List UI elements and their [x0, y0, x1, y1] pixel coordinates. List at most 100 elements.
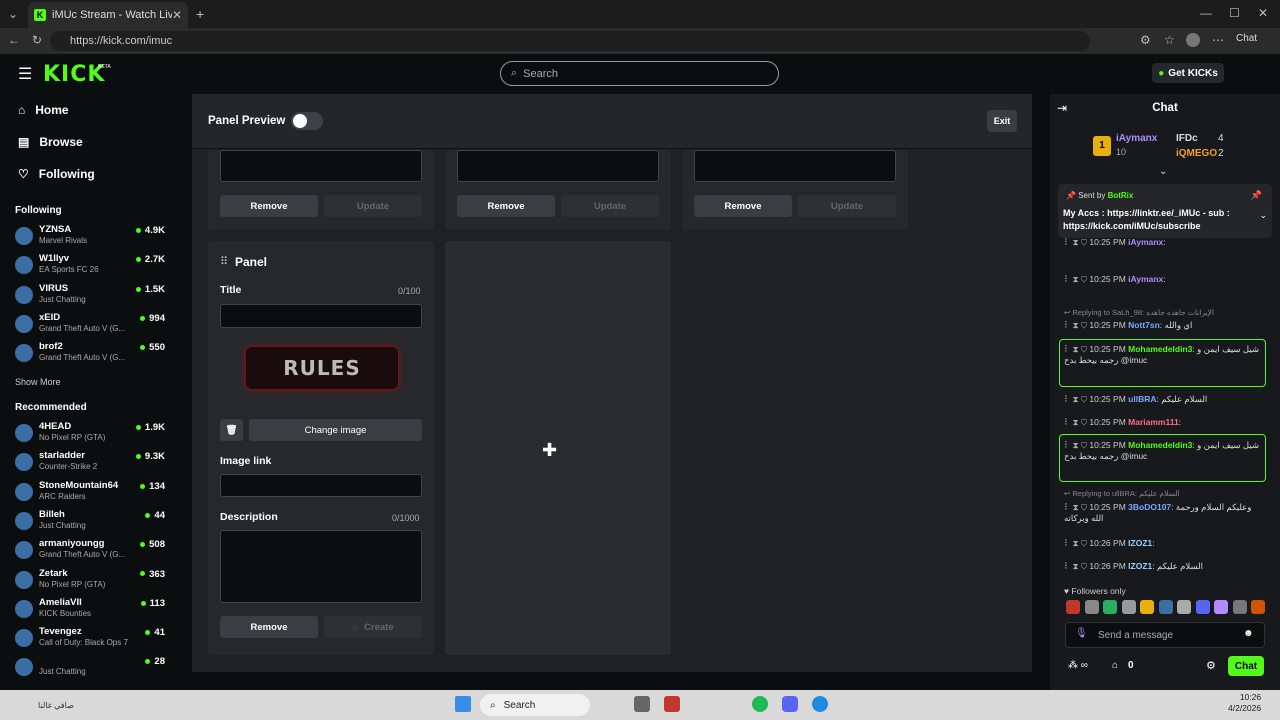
sidebar-channel[interactable]: VIRUS Just Chatting 1.5K	[15, 283, 165, 309]
windows-start-icon[interactable]	[455, 696, 471, 712]
sidebar-channel[interactable]: brof2 Grand Theft Auto V (G... 550	[15, 341, 165, 367]
message-username[interactable]: iAymanx	[1128, 274, 1163, 284]
chat-settings-icon[interactable]: ⚙	[1206, 659, 1216, 672]
extensions-icon[interactable]: ⚙	[1140, 33, 1151, 47]
show-more-link[interactable]: Show More	[15, 377, 61, 387]
follower-emote-icon[interactable]	[1177, 600, 1191, 614]
refresh-icon[interactable]: ↻	[32, 33, 42, 47]
sidebar-channel[interactable]: AmeliaVII KICK Bounties 113	[15, 597, 165, 623]
new-tab-icon[interactable]: +	[196, 6, 204, 22]
chat-actions-icon[interactable]: ⁂ ∞	[1068, 660, 1088, 671]
drag-handle-icon[interactable]: ⠿	[220, 255, 228, 268]
change-image-button[interactable]: Change image	[249, 419, 422, 441]
image-link-input[interactable]	[220, 474, 422, 497]
get-kicks-button[interactable]: ● Get KICKs	[1152, 63, 1224, 83]
title-input[interactable]	[220, 304, 422, 328]
sidebar-channel[interactable]: YZNSA Marvel Rivals 4.9K	[15, 224, 165, 250]
message-username[interactable]: Mariamm111	[1128, 417, 1179, 427]
profile-avatar[interactable]	[1186, 33, 1200, 47]
unpin-icon[interactable]: 📌	[1251, 190, 1262, 201]
message-username[interactable]: 3BoDO107	[1128, 502, 1171, 512]
panel-preview-toggle[interactable]	[291, 112, 323, 130]
message-username[interactable]: IZOZ1	[1128, 538, 1152, 548]
exit-button[interactable]: Exit	[987, 110, 1017, 132]
panel-3-remove-button[interactable]: Remove	[694, 195, 792, 217]
add-panel-card[interactable]	[445, 241, 671, 655]
follower-emote-icon[interactable]	[1084, 600, 1099, 614]
panel-1-description-field[interactable]	[220, 150, 422, 182]
follower-emote-icon[interactable]	[1121, 600, 1136, 614]
follower-emote-icon[interactable]	[1251, 600, 1265, 614]
add-panel-plus-icon[interactable]: ✚	[542, 440, 557, 461]
copilot-chat-button[interactable]: Chat	[1236, 33, 1257, 44]
more-icon[interactable]: ⋯	[1212, 33, 1224, 47]
sidebar-channel[interactable]: xEID Grand Theft Auto V (G... 994	[15, 312, 165, 338]
back-icon[interactable]: ←	[8, 33, 20, 47]
chat-send-button[interactable]: Chat	[1228, 656, 1264, 676]
new-panel-remove-button[interactable]: Remove	[220, 616, 318, 638]
maximize-icon[interactable]: ☐	[1229, 6, 1240, 20]
expand-leaderboard-icon[interactable]: ⌄	[1159, 166, 1167, 177]
sidebar-channel[interactable]: Just Chatting 28	[15, 655, 165, 681]
message-username[interactable]: Nott7sn	[1128, 320, 1160, 330]
description-textarea[interactable]	[220, 530, 422, 603]
follower-emote-icon[interactable]	[1158, 600, 1173, 614]
panel-3-update-button[interactable]: Update	[798, 195, 896, 217]
panel-2-update-button[interactable]: Update	[561, 195, 659, 217]
follower-emote-icon[interactable]	[1140, 600, 1154, 614]
follower-emote-icon[interactable]	[1195, 600, 1210, 614]
delete-image-button[interactable]: 🗑	[220, 419, 243, 441]
menu-icon[interactable]: ☰	[18, 64, 32, 84]
pinned-expand-icon[interactable]: ⌄	[1259, 210, 1267, 221]
sidebar-channel[interactable]: Zetark No Pixel RP (GTA) 363	[15, 568, 165, 594]
follower-emote-icon[interactable]	[1066, 600, 1080, 614]
edge-browser-icon[interactable]	[812, 696, 828, 712]
message-username[interactable]: IZOZ1	[1128, 561, 1152, 571]
tab-close-icon[interactable]: ✕	[172, 8, 182, 22]
panel-2-description-field[interactable]	[457, 150, 659, 182]
leader-2-name[interactable]: IFDc	[1176, 133, 1198, 144]
panel-1-remove-button[interactable]: Remove	[220, 195, 318, 217]
sidebar-channel[interactable]: W1llyv EA Sports FC 26 2.7K	[15, 253, 165, 279]
create-button[interactable]: ◌ Create	[324, 616, 422, 638]
message-username[interactable]: ullBRA	[1128, 394, 1156, 404]
window-close-icon[interactable]: ✕	[1258, 6, 1268, 20]
message-text: : السلام عليكم	[1156, 394, 1208, 404]
nav-home[interactable]: ⌂ Home	[18, 103, 69, 117]
favorites-icon[interactable]: ☆	[1164, 33, 1175, 47]
sidebar-channel[interactable]: StoneMountain64 ARC Raiders 134	[15, 480, 165, 506]
kick-logo[interactable]: KICK	[43, 62, 105, 87]
send-message-input[interactable]: Send a message	[1065, 622, 1265, 648]
browser-tab[interactable]: K iMUc Stream - Watch Live on Kick ✕	[28, 2, 188, 28]
sidebar-channel[interactable]: Billeh Just Chatting 44	[15, 509, 165, 535]
follower-emote-icon[interactable]	[1232, 600, 1247, 614]
sidebar-channel[interactable]: Tevengez Call of Duty: Black Ops 7 41	[15, 626, 165, 652]
sidebar-channel[interactable]: starladder Counter-Strike 2 9.3K	[15, 450, 165, 476]
panel-3-description-field[interactable]	[694, 150, 896, 182]
panel-1-update-button[interactable]: Update	[324, 195, 422, 217]
viewer-count: 28	[145, 656, 165, 667]
search-input[interactable]: ⌕ Search	[500, 61, 779, 86]
discord-icon[interactable]	[782, 696, 798, 712]
follower-emote-icon[interactable]	[1214, 600, 1228, 614]
taskbar-search[interactable]: ⌕ Search	[480, 694, 590, 716]
nav-browse[interactable]: ▤ Browse	[18, 135, 83, 149]
leader-3-name[interactable]: iQMEGO	[1176, 148, 1217, 159]
taskbar-app-icon[interactable]	[664, 696, 680, 712]
message-username[interactable]: iAymanx	[1128, 237, 1163, 247]
nav-following[interactable]: ♡ Following	[18, 167, 95, 181]
tab-menu-icon[interactable]: ⌄	[8, 7, 18, 21]
follower-emote-icon[interactable]	[1103, 600, 1117, 614]
minimize-icon[interactable]: —	[1200, 6, 1212, 20]
taskbar-file-explorer-icon[interactable]	[634, 696, 650, 712]
system-clock[interactable]: 10:26 4/2/2026	[1228, 692, 1261, 714]
url-field[interactable]: https://kick.com/imuc	[50, 31, 1090, 51]
spotify-icon[interactable]	[752, 696, 768, 712]
emoji-icon[interactable]: ☻	[1243, 628, 1254, 639]
sidebar-channel[interactable]: armaniyoungg Grand Theft Auto V (G... 508	[15, 538, 165, 564]
sidebar-channel[interactable]: 4HEAD No Pixel RP (GTA) 1.9K	[15, 421, 165, 447]
leader-1-name[interactable]: iAymanx	[1116, 133, 1157, 144]
pinned-text[interactable]: My Accs : https://linktr.ee/_iMUc - sub …	[1063, 207, 1253, 233]
mic-icon[interactable]: 🎙	[1075, 628, 1088, 639]
panel-2-remove-button[interactable]: Remove	[457, 195, 555, 217]
